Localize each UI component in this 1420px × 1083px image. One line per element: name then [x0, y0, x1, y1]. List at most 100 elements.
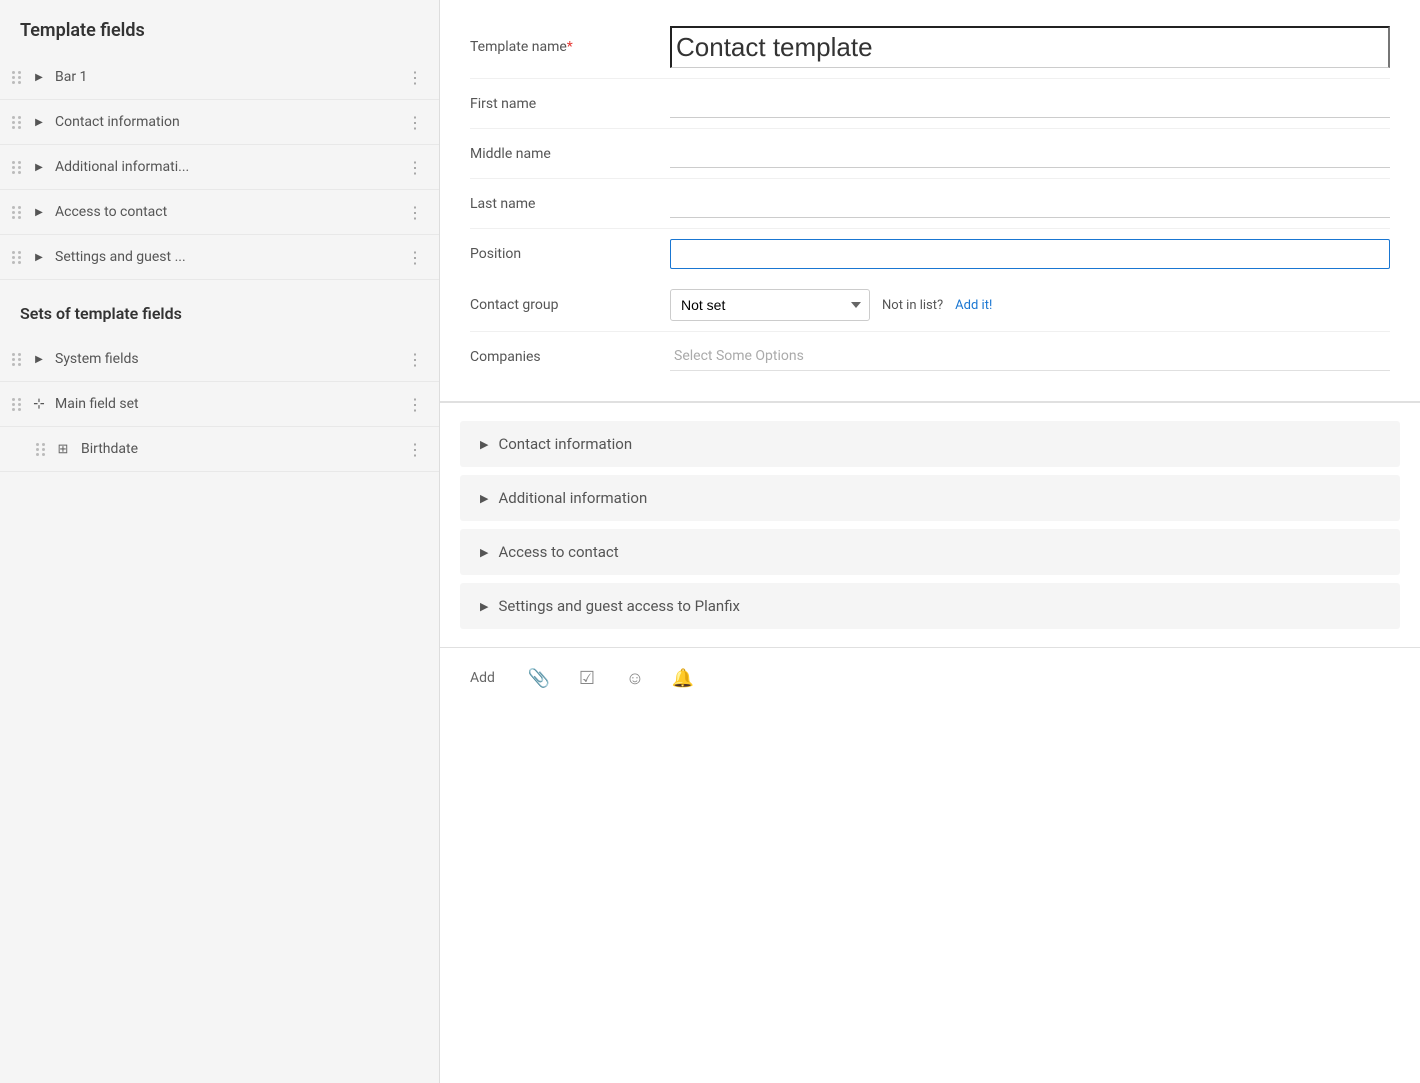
collapsible-header-additional-information[interactable]: ▶ Additional information: [460, 475, 1400, 521]
template-name-row: Template name*: [470, 16, 1390, 79]
collapsibles-area: ▶ Contact information ▶ Additional infor…: [440, 403, 1420, 647]
contact-group-label: Contact group: [470, 297, 670, 313]
drag-handle: [12, 353, 21, 366]
collapsible-header-contact-information[interactable]: ▶ Contact information: [460, 421, 1400, 467]
set-label: System fields: [55, 351, 403, 367]
collapsible-title-contact-information: Contact information: [498, 435, 632, 453]
collapsible-arrow-contact-information: ▶: [480, 438, 488, 451]
field-item-contact-info[interactable]: ▶ Contact information ⋮: [0, 100, 439, 145]
drag-handle: [12, 398, 21, 411]
field-label-last-name: Last name: [470, 196, 670, 212]
set-item-birthdate[interactable]: ⊞ Birthdate ⋮: [0, 427, 439, 472]
field-item-bar1[interactable]: ▶ Bar 1 ⋮: [0, 55, 439, 100]
field-item-access-to-contact[interactable]: ▶ Access to contact ⋮: [0, 190, 439, 235]
left-panel: Template fields ▶ Bar 1 ⋮ ▶ Contact info…: [0, 0, 440, 1083]
drag-handle: [12, 116, 21, 129]
field-input-first-name[interactable]: [670, 89, 1390, 118]
field-label-position: Position: [470, 246, 670, 262]
main-form-area: Template name* First name Middle name La…: [440, 0, 1420, 403]
set-item-main-field-set[interactable]: ⊹ Main field set ⋮: [0, 382, 439, 427]
attachment-icon[interactable]: 📎: [525, 664, 553, 692]
notification-icon[interactable]: 🔔: [669, 664, 697, 692]
field-item-settings-guest[interactable]: ▶ Settings and guest ... ⋮: [0, 235, 439, 280]
template-name-input[interactable]: [670, 26, 1390, 68]
drag-handle: [36, 443, 45, 456]
collapsible-access-to-contact: ▶ Access to contact: [460, 529, 1400, 575]
more-button[interactable]: ⋮: [403, 392, 427, 416]
more-button[interactable]: ⋮: [403, 155, 427, 179]
more-button[interactable]: ⋮: [403, 245, 427, 269]
collapsible-title-access-to-contact: Access to contact: [498, 543, 618, 561]
field-label: Settings and guest ...: [55, 249, 403, 265]
field-input-middle-name[interactable]: [670, 139, 1390, 168]
collapsible-header-settings-guest-access[interactable]: ▶ Settings and guest access to Planfix: [460, 583, 1400, 629]
companies-label: Companies: [470, 349, 670, 365]
field-input-position[interactable]: [670, 239, 1390, 269]
more-button[interactable]: ⋮: [403, 200, 427, 224]
field-value-middle-name: [670, 139, 1390, 168]
more-button[interactable]: ⋮: [403, 65, 427, 89]
companies-value: Select Some Options: [670, 342, 1390, 371]
field-item-additional-info[interactable]: ▶ Additional informati... ⋮: [0, 145, 439, 190]
drag-handle: [12, 206, 21, 219]
form-row-position: Position: [470, 229, 1390, 279]
collapsible-contact-information: ▶ Contact information: [460, 421, 1400, 467]
set-icon: ⊞: [53, 439, 73, 459]
task-icon[interactable]: ☑: [573, 664, 601, 692]
collapsible-arrow-settings-guest-access: ▶: [480, 600, 488, 613]
template-fields-title: Template fields: [0, 20, 439, 55]
drag-handle: [12, 251, 21, 264]
field-value-first-name: [670, 89, 1390, 118]
expand-arrow[interactable]: ▶: [29, 247, 49, 267]
collapsible-arrow-additional-information: ▶: [480, 492, 488, 505]
template-name-value: [670, 26, 1390, 68]
sets-title: Sets of template fields: [0, 304, 439, 337]
contact-group-value: Not setGroup AGroup B Not in list? Add i…: [670, 289, 1390, 321]
add-it-link[interactable]: Add it!: [955, 298, 992, 313]
expand-arrow[interactable]: ▶: [29, 112, 49, 132]
contact-group-select-wrap: Not setGroup AGroup B Not in list? Add i…: [670, 289, 1390, 321]
field-value-position: [670, 239, 1390, 269]
template-fields-list: ▶ Bar 1 ⋮ ▶ Contact information ⋮ ▶ Addi…: [0, 55, 439, 280]
right-panel: Template name* First name Middle name La…: [440, 0, 1420, 1083]
collapsible-additional-information: ▶ Additional information: [460, 475, 1400, 521]
collapsible-settings-guest-access: ▶ Settings and guest access to Planfix: [460, 583, 1400, 629]
drag-handle: [12, 161, 21, 174]
expand-arrow[interactable]: ▶: [29, 202, 49, 222]
set-label: Birthdate: [81, 441, 403, 457]
companies-row: Companies Select Some Options: [470, 332, 1390, 381]
expand-arrow[interactable]: ▶: [29, 349, 49, 369]
field-label-middle-name: Middle name: [470, 146, 670, 162]
more-button[interactable]: ⋮: [403, 110, 427, 134]
sets-list: ▶ System fields ⋮ ⊹ Main field set ⋮ ⊞ B…: [0, 337, 439, 472]
collapsible-header-access-to-contact[interactable]: ▶ Access to contact: [460, 529, 1400, 575]
field-label: Additional informati...: [55, 159, 403, 175]
not-in-list-text: Not in list?: [882, 298, 943, 313]
collapsible-title-additional-information: Additional information: [498, 489, 647, 507]
field-input-last-name[interactable]: [670, 189, 1390, 218]
contact-group-row: Contact group Not setGroup AGroup B Not …: [470, 279, 1390, 332]
set-item-system-fields[interactable]: ▶ System fields ⋮: [0, 337, 439, 382]
add-bar: Add 📎 ☑ ☺ 🔔: [440, 647, 1420, 708]
add-label: Add: [470, 670, 495, 686]
companies-placeholder[interactable]: Select Some Options: [670, 342, 1390, 371]
template-name-label: Template name*: [470, 39, 670, 55]
expand-arrow[interactable]: ▶: [29, 67, 49, 87]
more-button[interactable]: ⋮: [403, 437, 427, 461]
contact-group-select[interactable]: Not setGroup AGroup B: [670, 289, 870, 321]
collapsible-arrow-access-to-contact: ▶: [480, 546, 488, 559]
form-fields-container: First name Middle name Last name Positio…: [470, 79, 1390, 279]
set-label: Main field set: [55, 396, 403, 412]
process-icon[interactable]: ☺: [621, 664, 649, 692]
sets-section: Sets of template fields ▶ System fields …: [0, 304, 439, 472]
drag-handle: [12, 71, 21, 84]
field-label: Bar 1: [55, 69, 403, 85]
expand-arrow[interactable]: ⊹: [29, 394, 49, 414]
field-label-first-name: First name: [470, 96, 670, 112]
collapsible-title-settings-guest-access: Settings and guest access to Planfix: [498, 597, 740, 615]
field-label: Contact information: [55, 114, 403, 130]
expand-arrow[interactable]: ▶: [29, 157, 49, 177]
field-label: Access to contact: [55, 204, 403, 220]
more-button[interactable]: ⋮: [403, 347, 427, 371]
form-row-first-name: First name: [470, 79, 1390, 129]
